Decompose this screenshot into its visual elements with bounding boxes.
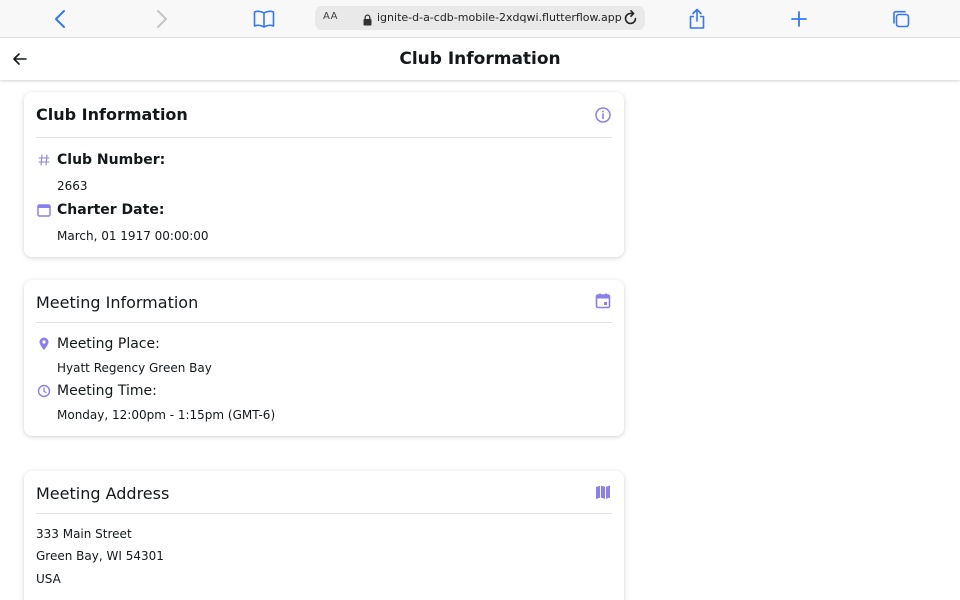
meeting-time-value: Monday, 12:00pm - 1:15pm (GMT-6)	[57, 408, 276, 422]
map-icon[interactable]	[594, 483, 612, 501]
browser-toolbar: AA ignite-d-a-cdb-mobile-2xdqwi.flutterf…	[0, 0, 960, 38]
url-text: ignite-d-a-cdb-mobile-2xdqwi.flutterflow…	[377, 11, 622, 24]
meeting-address-card: Meeting Address 333 Main Street Green Ba…	[24, 471, 624, 600]
reader-mode-button[interactable]: AA	[323, 11, 338, 22]
address-line-3: USA	[36, 572, 61, 586]
charter-date-value: March, 01 1917 00:00:00	[57, 229, 209, 243]
meeting-place-label: Meeting Place:	[57, 336, 160, 352]
club-information-card: Club Information Club Number: 2663 Chart…	[24, 92, 624, 257]
club-number-label: Club Number:	[57, 152, 166, 168]
charter-date-label: Charter Date:	[57, 202, 165, 218]
club-number-row: Club Number:	[36, 152, 165, 168]
back-chevron-icon[interactable]	[48, 7, 72, 31]
address-bar[interactable]: AA ignite-d-a-cdb-mobile-2xdqwi.flutterf…	[315, 6, 645, 30]
meeting-time-row: Meeting Time:	[36, 383, 157, 399]
meeting-time-label: Meeting Time:	[57, 383, 157, 399]
card-header: Meeting Address	[36, 471, 612, 514]
card-title: Meeting Address	[36, 484, 170, 503]
info-icon[interactable]	[594, 106, 612, 124]
share-icon[interactable]	[685, 7, 709, 31]
reload-icon[interactable]	[623, 9, 639, 31]
address-line-2: Green Bay, WI 54301	[36, 549, 164, 563]
hashtag-icon	[36, 152, 52, 168]
app-header: Club Information	[0, 38, 960, 80]
lock-icon	[363, 11, 372, 30]
card-title: Meeting Information	[36, 293, 199, 312]
clock-icon	[36, 383, 52, 399]
new-tab-plus-icon[interactable]	[787, 7, 811, 31]
charter-date-row: Charter Date:	[36, 202, 164, 218]
card-header: Club Information	[36, 92, 612, 138]
club-number-value: 2663	[57, 179, 88, 193]
event-calendar-icon[interactable]	[594, 292, 612, 310]
meeting-information-card: Meeting Information Meeting Place: Hyatt…	[24, 280, 624, 436]
tabs-overview-icon[interactable]	[889, 7, 913, 31]
bookmarks-icon[interactable]	[252, 7, 276, 31]
card-title: Club Information	[36, 105, 188, 124]
meeting-place-value: Hyatt Regency Green Bay	[57, 361, 212, 375]
calendar-icon	[36, 202, 52, 218]
card-header: Meeting Information	[36, 280, 612, 323]
address-line-1: 333 Main Street	[36, 527, 132, 541]
page-title: Club Information	[399, 49, 561, 69]
meeting-place-row: Meeting Place:	[36, 336, 160, 352]
location-pin-icon	[36, 336, 52, 352]
forward-chevron-icon[interactable]	[150, 7, 174, 31]
